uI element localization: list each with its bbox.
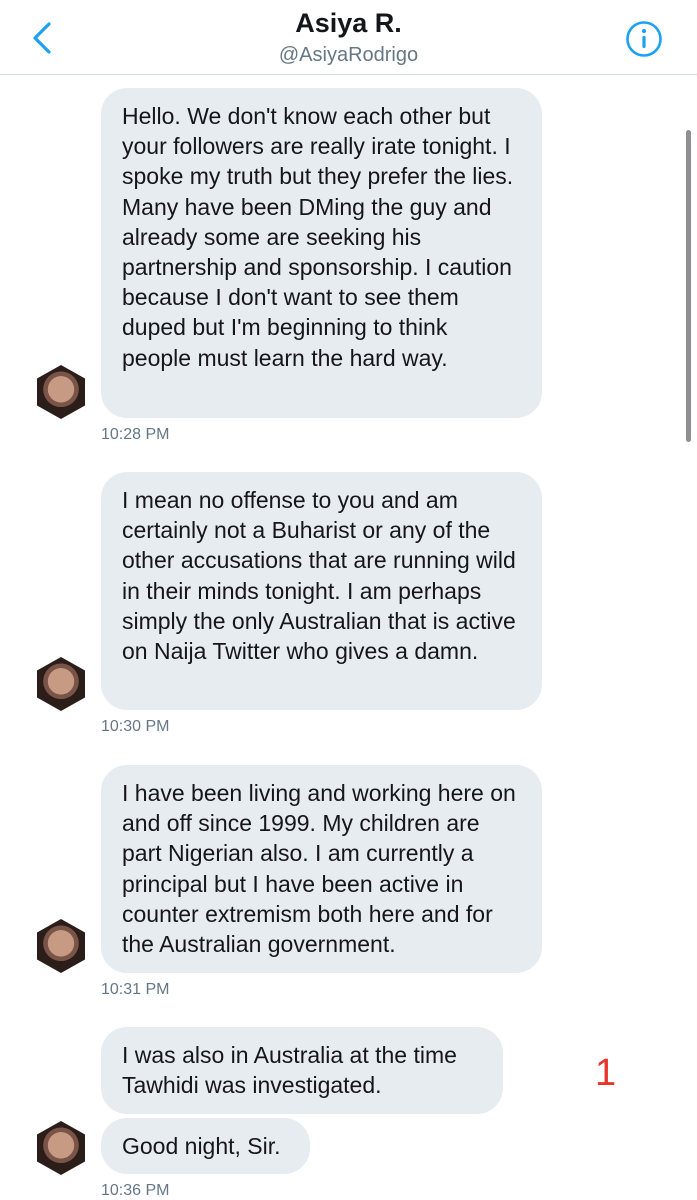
message-text: I mean no offense to you and am certainl…: [122, 487, 516, 665]
contact-handle: @AsiyaRodrigo: [278, 44, 419, 66]
message-text: I have been living and working here on a…: [122, 780, 516, 958]
message-text: Hello. We don't know each other but your…: [122, 103, 514, 371]
avatar[interactable]: [37, 365, 85, 419]
annotation-number: 1: [595, 1052, 617, 1094]
avatar[interactable]: [37, 657, 85, 711]
message-text: Good night, Sir.: [122, 1133, 281, 1159]
contact-name: Asiya R.: [295, 8, 402, 38]
conversation-header: Asiya R. @AsiyaRodrigo: [0, 0, 697, 75]
message-bubble[interactable]: I mean no offense to you and am certainl…: [101, 472, 542, 710]
message-timestamp: 10:31 PM: [101, 981, 170, 998]
message-bubble[interactable]: I have been living and working here on a…: [101, 765, 542, 973]
message-timestamp: 10:28 PM: [101, 426, 170, 443]
scrollbar[interactable]: [686, 130, 691, 442]
message-timestamp: 10:30 PM: [101, 718, 170, 735]
message-bubble[interactable]: Good night, Sir.: [101, 1118, 310, 1174]
avatar[interactable]: [37, 1121, 85, 1175]
info-button[interactable]: [625, 20, 663, 58]
message-text: I was also in Australia at the time Tawh…: [122, 1042, 457, 1099]
info-icon: [626, 21, 662, 57]
avatar[interactable]: [37, 919, 85, 973]
message-bubble[interactable]: I was also in Australia at the time Tawh…: [101, 1027, 503, 1114]
message-bubble[interactable]: Hello. We don't know each other but your…: [101, 88, 542, 418]
message-timestamp: 10:36 PM: [101, 1182, 170, 1199]
